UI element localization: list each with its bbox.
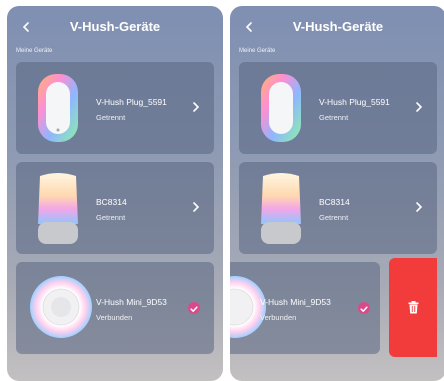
chevron-right-icon[interactable] bbox=[192, 201, 200, 213]
page-title: V-Hush-Geräte bbox=[292, 19, 384, 34]
chevron-right-icon[interactable] bbox=[415, 201, 423, 213]
device-card-plug[interactable]: V-Hush Plug_5591 Getrennt bbox=[16, 62, 214, 154]
mini-device-image bbox=[30, 276, 92, 338]
device-status: Getrennt bbox=[319, 113, 349, 122]
device-status: Getrennt bbox=[96, 113, 126, 122]
section-label: Meine Geräte bbox=[239, 48, 276, 54]
plug-device-image bbox=[261, 74, 301, 142]
chevron-right-icon[interactable] bbox=[415, 101, 423, 113]
chevron-right-icon[interactable] bbox=[192, 101, 200, 113]
section-label: Meine Geräte bbox=[16, 48, 53, 54]
device-name: BC8314 bbox=[96, 197, 127, 207]
device-status: Getrennt bbox=[96, 213, 126, 222]
device-status: Verbunden bbox=[96, 313, 133, 322]
check-circle-icon bbox=[188, 302, 200, 314]
page-header: V-Hush-Geräte bbox=[230, 12, 444, 42]
device-list-screen-swiped: V-Hush-Geräte Meine Geräte V-Hush Plug_5… bbox=[230, 6, 444, 381]
check-circle-icon bbox=[358, 302, 370, 314]
page-title: V-Hush-Geräte bbox=[69, 19, 161, 34]
device-card-bc8314[interactable]: BC8314 Getrennt bbox=[239, 162, 437, 254]
lamp-device-image bbox=[261, 173, 301, 244]
device-name: V-Hush Plug_5591 bbox=[96, 97, 167, 107]
device-name: V-Hush Mini_9D53 bbox=[96, 297, 167, 307]
device-list-screen: V-Hush-Geräte Meine Geräte V-Hush Plug_5… bbox=[7, 6, 223, 381]
back-icon[interactable] bbox=[240, 12, 258, 42]
lamp-device-image bbox=[38, 173, 78, 244]
device-card-plug[interactable]: V-Hush Plug_5591 Getrennt bbox=[239, 62, 437, 154]
delete-button[interactable] bbox=[389, 258, 437, 357]
back-icon[interactable] bbox=[17, 12, 35, 42]
device-status: Verbunden bbox=[260, 313, 297, 322]
trash-icon bbox=[408, 301, 419, 314]
device-name: BC8314 bbox=[319, 197, 350, 207]
device-card-mini[interactable]: V-Hush Mini_9D53 Verbunden bbox=[16, 262, 214, 354]
plug-device-image bbox=[38, 74, 78, 142]
device-status: Getrennt bbox=[319, 213, 349, 222]
device-name: V-Hush Plug_5591 bbox=[319, 97, 390, 107]
device-card-mini[interactable]: V-Hush Mini_9D53 Verbunden bbox=[230, 262, 380, 354]
page-header: V-Hush-Geräte bbox=[7, 12, 223, 42]
device-card-bc8314[interactable]: BC8314 Getrennt bbox=[16, 162, 214, 254]
device-name: V-Hush Mini_9D53 bbox=[260, 297, 331, 307]
mini-device-image bbox=[230, 276, 266, 338]
